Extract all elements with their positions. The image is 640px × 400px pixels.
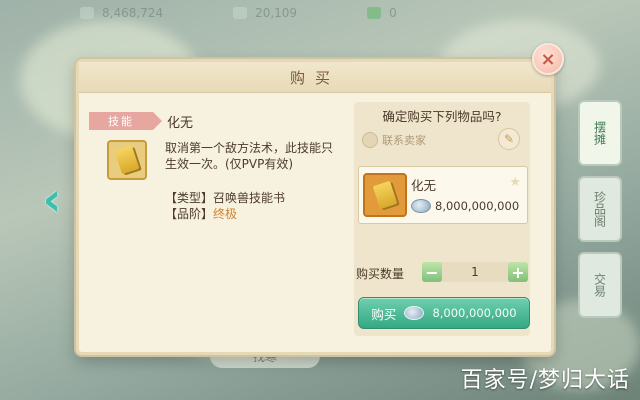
silver-coin-icon [411,199,431,213]
tab-trade[interactable]: 交易 [578,252,622,318]
item-type: 【类型】召唤兽技能书 [165,191,286,205]
item-category-badge: 技能 [89,112,162,130]
contact-seller-link[interactable]: 联系卖家 [362,132,426,148]
brush-icon[interactable]: ✎ [498,128,520,150]
purchase-dialog: 购买 技能 化无 取消第一个敌方法术，此技能只生效一次。(仅PVP有效) 【类型… [76,59,554,355]
currency-jade: 0 [367,6,397,20]
jade-icon [367,7,382,19]
star-icon: ★ [509,175,521,190]
quantity-value[interactable]: 1 [471,265,479,279]
prev-page-arrow-icon[interactable]: ‹ [34,176,70,222]
item-quality-label: 【品阶】 [165,207,214,221]
currency-bar: 8,468,724 20,109 0 [80,0,440,26]
currency-silver-value: 8,468,724 [102,6,164,20]
confirm-text: 确定购买下列物品吗? [382,109,502,124]
contact-seller-label: 联系卖家 [382,134,426,147]
item-card-name: 化无 [411,178,437,193]
skill-book-icon [107,140,147,180]
item-quality: 【品阶】终极 [165,206,285,222]
item-card-price-value: 8,000,000,000 [435,199,520,213]
currency-silver: 8,468,724 [80,6,163,20]
item-meta: 【类型】召唤兽技能书 【品阶】终极 [165,190,285,222]
currency-jade-value: 0 [389,6,397,20]
close-button[interactable]: × [532,43,564,75]
silver-coin-icon [80,7,94,19]
item-quality-value: 终极 [213,207,238,221]
side-tabs: 摆摊 珍品阁 交易 [578,100,622,318]
item-card-book-icon [363,173,407,217]
item-card: 化无 ★ 8,000,000,000 [358,166,528,224]
quantity-label: 购买数量 [356,267,405,281]
watermark-text: 百家号/梦归大话 [460,368,630,393]
currency-gold: 20,109 [233,6,297,20]
buy-button-price: 8,000,000,000 [432,306,517,320]
tab-treasure[interactable]: 珍品阁 [578,176,622,242]
buy-button-label: 购买 [371,306,397,322]
dialog-title: 购买 [79,62,551,93]
seller-avatar-icon [362,132,378,148]
gold-ingot-icon [233,7,248,19]
purchase-panel: 确定购买下列物品吗? 联系卖家 ✎ 化无 ★ 8,000,000,000 购买数… [354,102,530,336]
quantity-minus-button[interactable]: − [422,262,442,282]
item-description: 取消第一个敌方法术，此技能只生效一次。(仅PVP有效) [165,141,334,171]
item-card-price: 8,000,000,000 [411,199,519,213]
currency-gold-value: 20,109 [255,6,298,20]
silver-coin-icon [404,306,425,320]
quantity-plus-button[interactable]: + [507,262,528,282]
item-name: 化无 [167,116,194,131]
buy-button[interactable]: 购买 8,000,000,000 [358,297,530,329]
tab-stall[interactable]: 摆摊 [578,100,622,166]
quantity-stepper: − 1 + [422,262,528,282]
